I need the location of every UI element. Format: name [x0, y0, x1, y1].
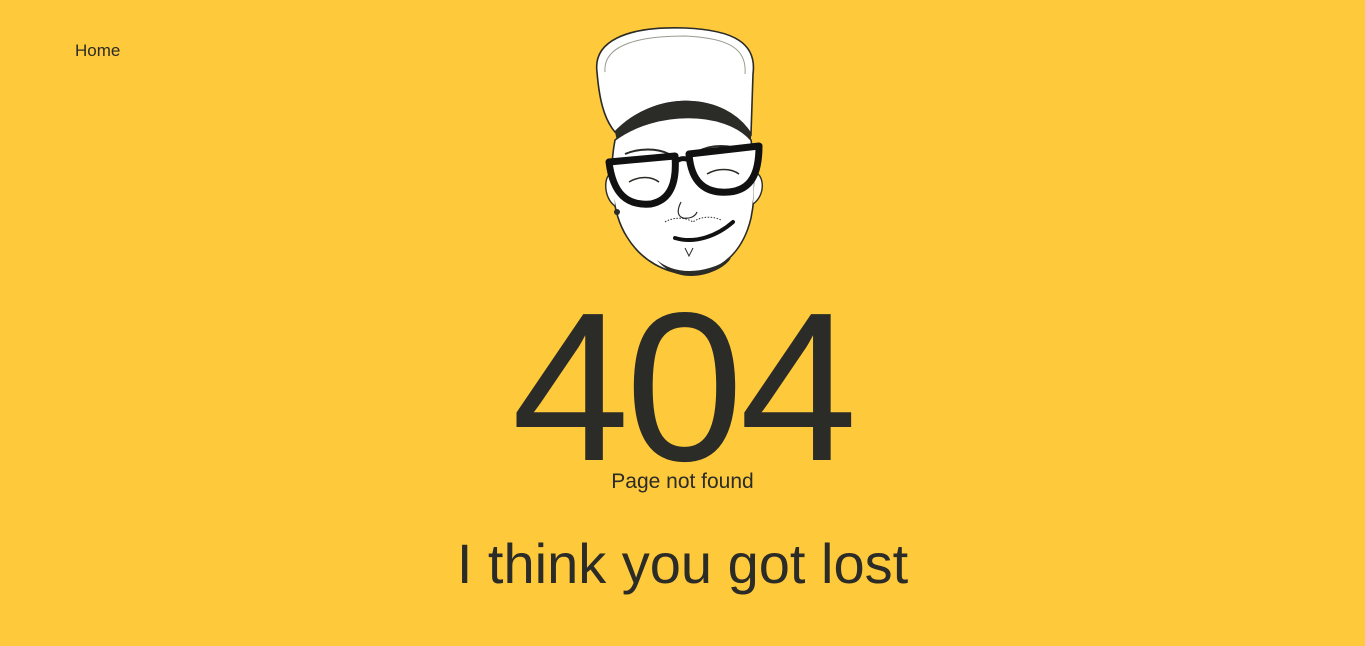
error-title: Page not found: [611, 470, 754, 493]
avatar-illustration: [595, 27, 763, 276]
error-message: I think you got lost: [456, 532, 909, 595]
error-code: 404: [511, 268, 858, 505]
home-link[interactable]: Home: [75, 40, 120, 62]
